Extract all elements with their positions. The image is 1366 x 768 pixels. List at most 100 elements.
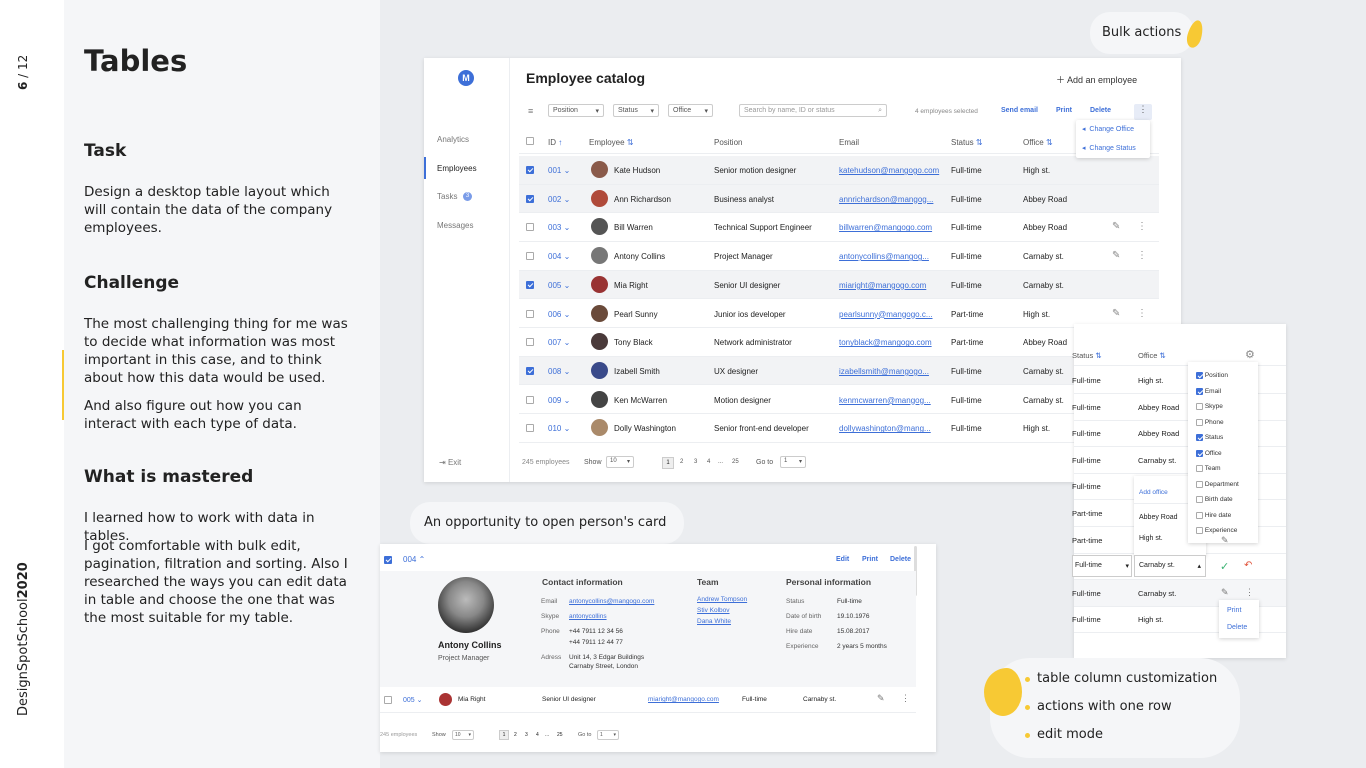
menu-change-office[interactable]: ◂ Change Office xyxy=(1082,125,1134,133)
row-menu-delete[interactable]: Delete xyxy=(1227,624,1247,631)
sidebar-item-tasks[interactable]: Tasks xyxy=(437,192,457,201)
detail-id[interactable]: 004 ⌃ xyxy=(403,555,425,564)
more-icon[interactable]: ⋮ xyxy=(1137,221,1147,232)
search-input[interactable]: Search by name, ID or status ⌕ xyxy=(739,104,887,117)
filter-position[interactable]: Position ▾ xyxy=(548,104,604,117)
skype-link[interactable]: antonycollins xyxy=(569,613,607,620)
option-checkbox[interactable] xyxy=(1196,480,1203,488)
menu-change-status[interactable]: ◂ Change Status xyxy=(1082,144,1136,152)
option-checkbox[interactable] xyxy=(1196,387,1203,395)
option-checkbox[interactable] xyxy=(1196,527,1203,534)
row-email[interactable]: tonyblack@mangogo.com xyxy=(839,338,942,347)
row-email[interactable]: annrichardson@mangog... xyxy=(839,195,942,204)
row-id[interactable]: 009 ⌄ xyxy=(548,396,570,405)
dropdown-option[interactable]: High st. xyxy=(1139,535,1163,542)
column-option[interactable]: Status xyxy=(1196,434,1223,441)
goto-select[interactable]: 1 ▾ xyxy=(780,456,806,468)
page-2[interactable]: 2 xyxy=(514,732,517,738)
row-checkbox[interactable] xyxy=(526,194,534,203)
dropdown-option[interactable]: Abbey Road xyxy=(1139,514,1178,521)
team-member[interactable]: Dana White xyxy=(697,618,731,625)
undo-icon[interactable]: ↶ xyxy=(1244,560,1252,571)
status-edit-select[interactable]: Full-time ▾ xyxy=(1072,555,1132,577)
table-row[interactable]: 010 ⌄ Dolly Washington Senior front-end de… xyxy=(519,414,1159,443)
table-row[interactable]: 005 ⌄ Mia Right Senior UI designer miaright… xyxy=(519,270,1159,300)
office-edit-select[interactable]: Carnaby st. ▴ xyxy=(1134,555,1206,577)
col-status[interactable]: Status ⇅ xyxy=(951,138,983,147)
col-email[interactable]: Email xyxy=(839,138,859,147)
filter-status[interactable]: Status ▾ xyxy=(613,104,659,117)
page-size-select[interactable]: 10 ▾ xyxy=(452,730,474,740)
row-email[interactable]: miaright@mangogo.com xyxy=(648,696,719,703)
exit-button[interactable]: ⇥ Exit xyxy=(439,458,461,467)
email-link[interactable]: antonycollins@mangogo.com xyxy=(569,598,654,605)
row-checkbox[interactable] xyxy=(526,366,534,375)
print-button[interactable]: Print xyxy=(1056,107,1072,114)
sidebar-item-employees[interactable]: Employees xyxy=(437,164,477,173)
column-option[interactable]: Email xyxy=(1196,387,1221,395)
table-row[interactable]: 004 ⌄ Antony Collins Project Manager antony… xyxy=(519,242,1159,271)
column-option[interactable]: Team xyxy=(1196,465,1221,472)
col-employee[interactable]: Employee ⇅ xyxy=(589,138,634,147)
add-employee-button[interactable]: ＋ Add an employee xyxy=(1056,73,1137,86)
col-office[interactable]: Office ⇅ xyxy=(1023,138,1053,147)
check-icon[interactable]: ✓ xyxy=(1220,560,1229,573)
page-1[interactable]: 1 xyxy=(662,457,674,469)
table-row[interactable]: 006 ⌄ Pearl Sunny Junior ios developer pear… xyxy=(519,300,1159,328)
row-checkbox[interactable] xyxy=(526,309,534,318)
page-3[interactable]: 3 xyxy=(525,732,528,738)
row-checkbox[interactable] xyxy=(526,223,534,232)
table-row[interactable]: 007 ⌄ Tony Black Network administrator tony… xyxy=(519,328,1159,357)
row-checkbox[interactable] xyxy=(526,338,534,347)
option-checkbox[interactable] xyxy=(1196,403,1203,410)
detail-edit-button[interactable]: Edit xyxy=(836,556,849,563)
page-4[interactable]: 4 xyxy=(707,459,710,465)
team-member[interactable]: Stiv Kolbov xyxy=(697,607,730,614)
detail-print-button[interactable]: Print xyxy=(862,556,878,563)
more-icon[interactable]: ⋮ xyxy=(1245,587,1254,598)
detail-checkbox[interactable] xyxy=(384,556,392,564)
row-email[interactable]: billwarren@mangogo.com xyxy=(839,223,942,232)
col-status[interactable]: Status ⇅ xyxy=(1072,351,1102,360)
option-checkbox[interactable] xyxy=(1196,465,1203,472)
edit-icon[interactable]: ✎ xyxy=(877,693,885,704)
row-email[interactable]: izabellsmith@mangogo... xyxy=(839,367,942,376)
page-25[interactable]: 25 xyxy=(732,459,739,465)
filter-office[interactable]: Office ▾ xyxy=(668,104,713,117)
page-3[interactable]: 3 xyxy=(694,459,697,465)
row-checkbox[interactable] xyxy=(526,280,534,289)
table-row[interactable]: 008 ⌄ Izabell Smith UX designer izabellsmit… xyxy=(519,356,1159,386)
column-option[interactable]: Office xyxy=(1196,449,1222,457)
column-option[interactable]: Hire date xyxy=(1196,511,1231,519)
row-id[interactable]: 007 ⌄ xyxy=(548,338,570,347)
column-option[interactable]: Phone xyxy=(1196,418,1224,426)
page-4[interactable]: 4 xyxy=(536,732,539,738)
row-checkbox[interactable] xyxy=(526,252,534,261)
row-email[interactable]: pearlsunny@mangogo.c... xyxy=(839,310,942,319)
sidebar-item-messages[interactable]: Messages xyxy=(437,221,473,230)
option-checkbox[interactable] xyxy=(1196,418,1203,426)
column-option[interactable]: Department xyxy=(1196,480,1239,488)
add-office-link[interactable]: Add office xyxy=(1139,489,1168,496)
edit-icon[interactable]: ✎ xyxy=(1112,308,1120,319)
row-email[interactable]: kenmcwarren@mangog... xyxy=(839,396,942,405)
row-checkbox[interactable] xyxy=(526,395,534,404)
more-icon[interactable]: ⋮ xyxy=(1137,308,1147,319)
table-row[interactable]: 009 ⌄ Ken McWarren Motion designer kenmcwar… xyxy=(519,386,1159,415)
detail-delete-button[interactable]: Delete xyxy=(890,556,911,563)
column-option[interactable]: Experience xyxy=(1196,527,1237,534)
row-menu-print[interactable]: Print xyxy=(1227,607,1241,614)
row-id[interactable]: 006 ⌄ xyxy=(548,310,570,319)
row-checkbox[interactable] xyxy=(384,696,392,704)
option-checkbox[interactable] xyxy=(1196,496,1203,503)
column-option[interactable]: Birth date xyxy=(1196,496,1233,503)
option-checkbox[interactable] xyxy=(1196,372,1203,379)
row-id[interactable]: 008 ⌄ xyxy=(548,367,570,376)
edit-icon[interactable]: ✎ xyxy=(1221,587,1229,598)
more-icon[interactable]: ⋮ xyxy=(901,693,910,704)
row-id[interactable]: 002 ⌄ xyxy=(548,195,570,204)
option-checkbox[interactable] xyxy=(1196,449,1203,457)
gear-icon[interactable]: ⚙ xyxy=(1245,348,1255,361)
option-checkbox[interactable] xyxy=(1196,434,1203,441)
goto-select[interactable]: 1 ▾ xyxy=(597,730,619,740)
